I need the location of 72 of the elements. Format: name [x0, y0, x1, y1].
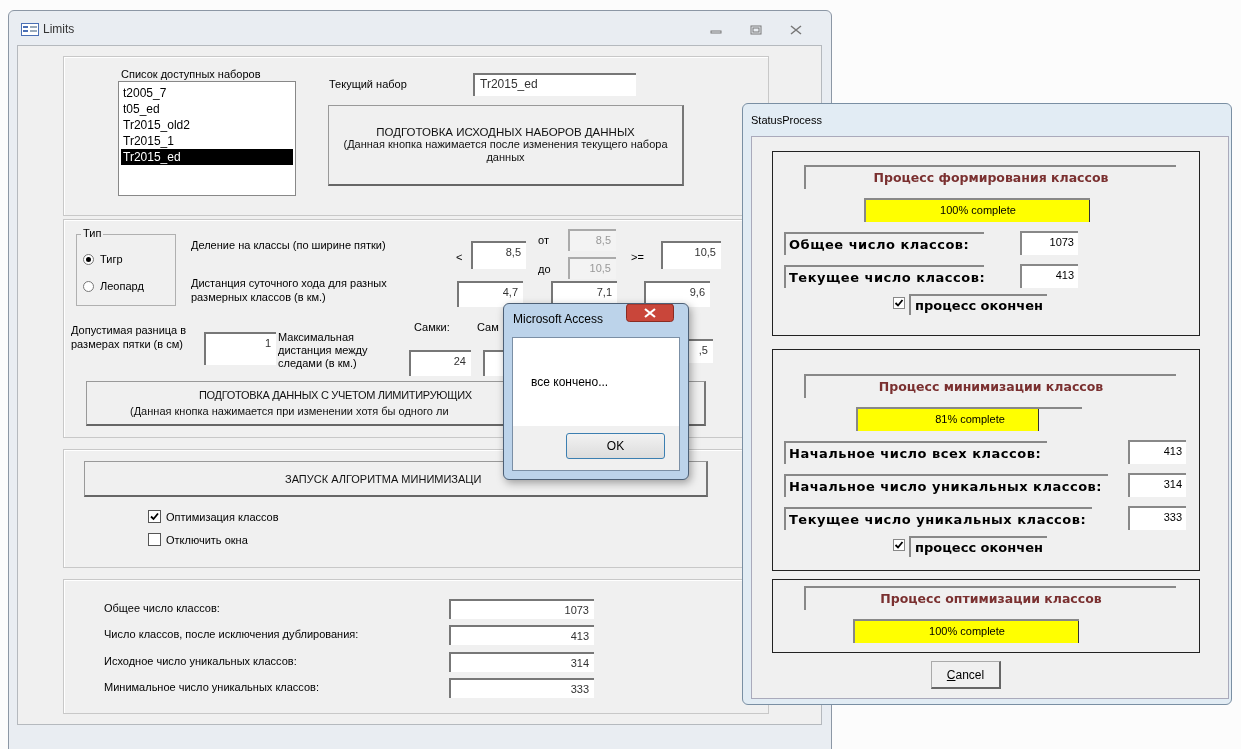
greater-equal-sign: >= — [631, 250, 644, 264]
current-set-field[interactable]: Tr2015_ed — [473, 73, 636, 96]
close-icon[interactable] — [790, 25, 802, 35]
column-label: Сам — [477, 320, 499, 334]
list-label: Список доступных наборов — [121, 67, 261, 81]
female-distance-field[interactable]: 24 — [409, 350, 471, 376]
column-label: Самки: — [414, 320, 450, 334]
result-field: 314 — [449, 651, 594, 672]
radio-label: Леопард — [100, 280, 144, 292]
status-label: процесс окончен — [909, 294, 1047, 315]
radio-button[interactable] — [83, 280, 94, 292]
close-icon[interactable] — [626, 304, 674, 322]
stage-title: Процесс формирования классов — [804, 165, 1176, 189]
restore-icon[interactable] — [750, 25, 762, 35]
checkbox[interactable] — [893, 539, 905, 551]
list-item[interactable]: Tr2015_old2 — [121, 117, 293, 133]
list-item[interactable]: t2005_7 — [121, 85, 293, 101]
result-field: 413 — [449, 625, 594, 646]
dialog-title: Microsoft Access — [513, 312, 604, 326]
result-field: 1073 — [449, 599, 594, 619]
cancel-button[interactable]: Cancel — [931, 661, 1001, 689]
checkbox[interactable] — [893, 297, 905, 309]
prepare-button[interactable]: ПОДГОТОВКА ИСХОДНЫХ НАБОРОВ ДАННЫХ (Данная кнопка нажимается после изменения текущего набора данных — [328, 105, 684, 186]
radio-label: Тигр — [100, 253, 123, 265]
radio-button[interactable] — [83, 253, 94, 265]
counter-field: 314 — [1128, 473, 1186, 497]
counter-label: Начальное число уникальных классов: — [784, 473, 1108, 497]
heel-difference-field[interactable]: 1 — [204, 332, 276, 365]
counter-label: Текущее число классов: — [784, 264, 984, 288]
counter-label: Общее число классов: — [784, 231, 984, 255]
result-label: Минимальное число уникальных классов: — [104, 679, 319, 694]
distance-field[interactable]: 9,6 — [644, 281, 710, 307]
field-label: Текущий набор — [329, 77, 407, 91]
stage-title: Процесс минимизации классов — [804, 374, 1176, 398]
field-label: Дистанция суточного хода для разных размерных классов (в км.) — [191, 276, 388, 304]
status-label: процесс окончен — [909, 536, 1047, 557]
lower-bound-field[interactable]: 8,5 — [471, 241, 526, 269]
checkbox-label: Отключить окна — [166, 533, 248, 546]
counter-field: 333 — [1128, 506, 1186, 530]
field-label: от — [538, 233, 549, 247]
list-item[interactable]: t05_ed — [121, 101, 293, 117]
list-item[interactable]: Tr2015_1 — [121, 133, 293, 149]
progress-bar: 100% complete — [853, 619, 1079, 643]
less-than-sign: < — [456, 250, 463, 264]
upper-bound-field[interactable]: 10,5 — [661, 241, 721, 269]
counter-label: Текущее число уникальных классов: — [784, 506, 1093, 530]
progress-bar: 81% complete — [856, 407, 1082, 431]
progress-bar: 100% complete — [864, 198, 1090, 222]
form-icon — [21, 23, 39, 36]
field-label: до — [538, 262, 551, 276]
checkbox[interactable] — [148, 510, 161, 523]
group-label: Тип — [81, 226, 104, 240]
result-label: Исходное число уникальных классов: — [104, 653, 297, 668]
result-label: Общее число классов: — [104, 601, 220, 615]
ok-button[interactable]: OK — [566, 433, 665, 459]
counter-field: 413 — [1020, 264, 1078, 288]
counter-label: Начальное число всех классов: — [784, 440, 1048, 464]
window-title: Limits — [43, 22, 75, 36]
counter-field: 1073 — [1020, 231, 1078, 255]
distance-field[interactable]: 4,7 — [457, 281, 523, 307]
counter-field: 413 — [1128, 440, 1186, 464]
field-label: Допустимая разница в размерах пятки (в см) — [71, 323, 188, 351]
window-title: StatusProcess — [751, 114, 822, 126]
checkbox[interactable] — [148, 533, 161, 546]
field-label: Деление на классы (по ширине пятки) — [191, 238, 386, 252]
stage-title: Процесс оптимизации классов — [804, 586, 1176, 610]
result-field: 333 — [449, 677, 594, 698]
result-label: Число классов, после исключения дублирования: — [104, 627, 359, 642]
dataset-list[interactable]: t2005_7 t05_ed Tr2015_old2 Tr2015_1 Tr2015_ed — [118, 81, 296, 196]
checkbox-label: Оптимизация классов — [166, 510, 279, 523]
field-label: Максимальная дистанция между следами (в км.) — [278, 331, 369, 370]
list-item[interactable]: Tr2015_ed — [121, 149, 293, 165]
